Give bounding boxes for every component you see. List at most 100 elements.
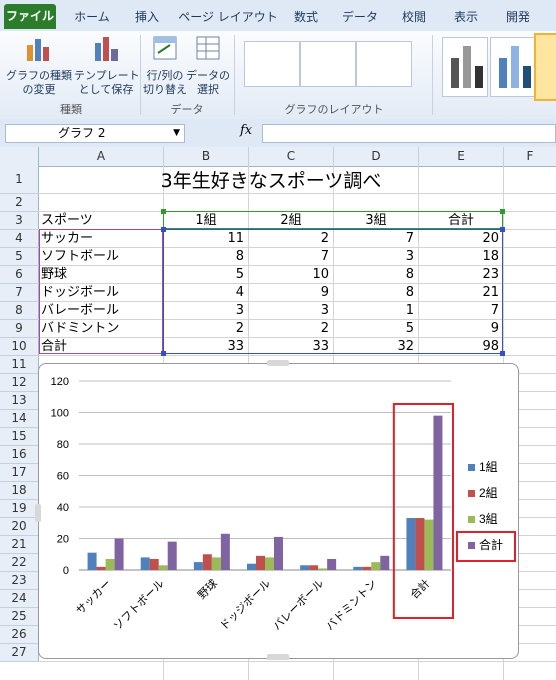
- grid-line: [38, 355, 556, 356]
- grid-line: [38, 661, 556, 662]
- row-header-11[interactable]: 11: [0, 356, 39, 374]
- legend-label-1: 2組: [479, 486, 498, 500]
- bar-2-3: [265, 557, 274, 570]
- chart-resize-handle[interactable]: [35, 504, 41, 522]
- bar-3-0: [114, 538, 124, 570]
- switch-row-column-button[interactable]: 行/列の 切り替え: [142, 33, 188, 97]
- row-header-7[interactable]: 7: [0, 284, 39, 302]
- row-header-17[interactable]: 17: [0, 464, 39, 482]
- group-separator: [140, 35, 141, 115]
- column-header-a[interactable]: A: [39, 147, 164, 167]
- tab-developer[interactable]: 開発: [496, 6, 540, 28]
- select-data-icon: [196, 36, 220, 60]
- change-chart-type-button[interactable]: グラフの種類 の変更: [4, 33, 74, 97]
- row-header-1[interactable]: 1: [0, 166, 39, 194]
- legend-swatch-1: [468, 490, 475, 497]
- x-tick-label: バレーボール: [270, 577, 326, 633]
- tab-data[interactable]: データ: [334, 6, 386, 28]
- legend-swatch-2: [468, 516, 475, 523]
- row-header-20[interactable]: 20: [0, 518, 39, 536]
- column-header-e[interactable]: E: [419, 147, 504, 167]
- bar-1-1: [149, 558, 159, 570]
- row-header-5[interactable]: 5: [0, 248, 39, 266]
- range-handle[interactable]: [500, 209, 505, 214]
- row-header-2[interactable]: 2: [0, 194, 39, 212]
- y-tick-label: 80: [57, 439, 69, 451]
- row-header-24[interactable]: 24: [0, 590, 39, 608]
- row-header-8[interactable]: 8: [0, 302, 39, 320]
- chart-style-1[interactable]: [442, 37, 488, 97]
- bar-0-4: [300, 565, 310, 570]
- values-range: [163, 229, 503, 354]
- category-range: [39, 229, 163, 354]
- row-header-13[interactable]: 13: [0, 392, 39, 410]
- header-cell-sport[interactable]: スポーツ: [41, 212, 161, 229]
- tab-page-layout[interactable]: ページ レイアウト: [178, 6, 278, 28]
- row-header-10[interactable]: 10: [0, 338, 39, 356]
- bar-2-6: [424, 519, 434, 570]
- row-header-19[interactable]: 19: [0, 500, 39, 518]
- range-handle[interactable]: [500, 351, 505, 356]
- row-header-27[interactable]: 27: [0, 644, 39, 662]
- bar-chart: 0 20 40 60 80 100 120 サッカーソフトボール 野球ドッジボールバレーボールバ…: [51, 376, 516, 633]
- chart-layout-1[interactable]: [244, 41, 300, 87]
- column-header-d[interactable]: D: [334, 147, 419, 167]
- row-header-3[interactable]: 3: [0, 212, 39, 230]
- range-handle[interactable]: [161, 209, 166, 214]
- bar-1-4: [309, 565, 319, 570]
- row-header-18[interactable]: 18: [0, 482, 39, 500]
- save-template-button[interactable]: テンプレート として保存: [74, 33, 140, 97]
- sheet-title[interactable]: 3年生好きなスポーツ調べ: [39, 168, 503, 194]
- chart-type-icon: [27, 39, 49, 61]
- row-header-15[interactable]: 15: [0, 428, 39, 446]
- bar-2-0: [105, 558, 115, 570]
- name-box[interactable]: グラフ 2 ▼: [5, 124, 185, 143]
- range-handle[interactable]: [161, 351, 166, 356]
- chart-layout-3[interactable]: [356, 41, 412, 87]
- row-header-14[interactable]: 14: [0, 410, 39, 428]
- bar-0-2: [193, 562, 203, 570]
- row-header-22[interactable]: 22: [0, 554, 39, 572]
- bar-3-5: [380, 555, 390, 570]
- x-tick-label: ドッジボール: [217, 577, 273, 633]
- row-header-26[interactable]: 26: [0, 626, 39, 644]
- row-header-12[interactable]: 12: [0, 374, 39, 392]
- chart-style-3-selected[interactable]: [534, 33, 556, 101]
- legend-label-3: 合計: [479, 537, 503, 552]
- select-data-label: データの 選択: [186, 69, 230, 96]
- row-header-25[interactable]: 25: [0, 608, 39, 626]
- row-header-9[interactable]: 9: [0, 320, 39, 338]
- row-header-23[interactable]: 23: [0, 572, 39, 590]
- range-handle[interactable]: [161, 227, 166, 232]
- y-tick-label: 20: [57, 534, 69, 546]
- formula-bar: グラフ 2 ▼ fx: [0, 119, 556, 148]
- column-header-c[interactable]: C: [249, 147, 334, 167]
- y-tick-label: 100: [51, 408, 69, 420]
- tab-review[interactable]: 校閲: [392, 6, 436, 28]
- chart-object[interactable]: 0 20 40 60 80 100 120 サッカー ソフトボール 野球 ドッジボール バレーボールバ…: [35, 360, 519, 660]
- series-name-range: [163, 211, 503, 229]
- row-header-4[interactable]: 4: [0, 230, 39, 248]
- tab-view[interactable]: 表示: [442, 6, 490, 28]
- row-header-16[interactable]: 16: [0, 446, 39, 464]
- row-header-21[interactable]: 21: [0, 536, 39, 554]
- formula-input[interactable]: [262, 124, 556, 143]
- tab-insert[interactable]: 挿入: [122, 6, 172, 28]
- chart-style-2[interactable]: [490, 37, 536, 97]
- chart-style-icon: [451, 46, 483, 88]
- row-header-6[interactable]: 6: [0, 266, 39, 284]
- chart-resize-handle[interactable]: [267, 654, 289, 660]
- tab-formulas[interactable]: 数式: [284, 6, 328, 28]
- tab-home[interactable]: ホーム: [66, 6, 118, 28]
- insert-function-icon[interactable]: fx: [240, 123, 252, 138]
- chart-resize-handle[interactable]: [267, 360, 289, 366]
- column-header-b[interactable]: B: [164, 147, 249, 167]
- chart-layout-2[interactable]: [300, 41, 356, 87]
- chevron-down-icon[interactable]: ▼: [173, 125, 180, 142]
- bar-3-3: [274, 536, 283, 570]
- range-handle[interactable]: [500, 227, 505, 232]
- column-header-f[interactable]: F: [504, 147, 556, 167]
- select-all-corner[interactable]: [0, 147, 39, 167]
- tab-file[interactable]: ファイル: [4, 4, 56, 29]
- select-data-button[interactable]: データの 選択: [186, 33, 230, 97]
